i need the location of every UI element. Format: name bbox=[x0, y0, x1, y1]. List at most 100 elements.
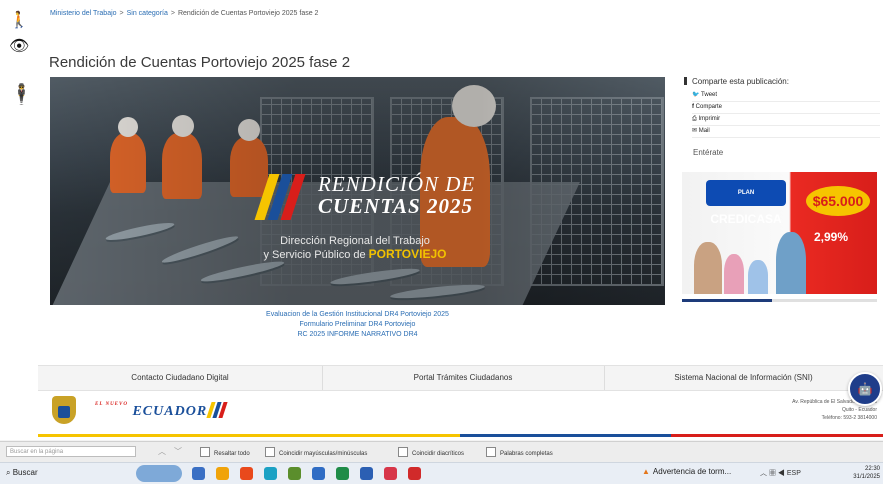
option-label: Coincidir diacríticos bbox=[412, 451, 465, 457]
taskbar-search[interactable]: ⌕ Buscar bbox=[6, 468, 38, 478]
footer-tricolor-bar bbox=[38, 434, 883, 437]
widgets-button[interactable] bbox=[136, 465, 182, 482]
accessibility-person-icon[interactable]: 🕴 bbox=[9, 84, 34, 104]
hero-heading: RENDICIÓN DE CUENTAS 2025 bbox=[318, 173, 475, 217]
volume-icon: ◀ bbox=[777, 470, 787, 477]
ad-carousel-indicator[interactable] bbox=[682, 299, 877, 302]
checkbox-icon bbox=[265, 447, 275, 457]
right-sidebar: Comparte esta publicación: 🐦 Tweet f Com… bbox=[682, 77, 882, 302]
task-view-icon[interactable] bbox=[192, 467, 205, 480]
tweet-label: Tweet bbox=[701, 92, 718, 98]
document-links: Evaluacion de la Gestión Institucional D… bbox=[50, 310, 665, 340]
print-label: Imprimir bbox=[698, 116, 721, 122]
ad-amount: $65.000 bbox=[806, 186, 870, 216]
ecuador-logo[interactable]: EL NUEVO ECUADOR bbox=[95, 402, 228, 420]
option-match-diacritics[interactable]: Coincidir diacríticos bbox=[398, 447, 464, 457]
share-buttons: 🐦 Tweet f Comparte ⎙ Imprimir ✉ Mail bbox=[692, 90, 882, 138]
find-next-icon[interactable]: ﹀ bbox=[174, 446, 182, 457]
file-explorer-icon[interactable] bbox=[216, 467, 229, 480]
ad-carousel-active bbox=[682, 299, 772, 302]
print-button[interactable]: ⎙ Imprimir bbox=[692, 114, 880, 126]
document-link[interactable]: Evaluacion de la Gestión Institucional D… bbox=[50, 310, 665, 320]
address-line2: Quito - Ecuador bbox=[841, 407, 877, 413]
option-label: Coincidir mayúsculas/minúsculas bbox=[279, 451, 368, 457]
ad-rate: 2,99% bbox=[814, 230, 849, 244]
warning-icon: ▲ bbox=[642, 467, 650, 476]
ad-person bbox=[776, 232, 806, 294]
page-content: Ministerio del Trabajo > Sin categoría > Ren… bbox=[38, 0, 883, 440]
share-title-text: Comparte esta publicación: bbox=[692, 77, 789, 86]
hero-sub-highlight: PORTOVIEJO bbox=[368, 247, 447, 261]
eye-icon[interactable]: 👁 bbox=[9, 36, 29, 56]
ad-person bbox=[694, 242, 722, 294]
search-icon: ⌕ bbox=[6, 468, 13, 477]
option-label: Palabras completas bbox=[500, 451, 553, 457]
checkbox-icon bbox=[200, 447, 210, 457]
hero-subheading: Dirección Regional del Trabajo y Servici… bbox=[230, 235, 480, 262]
ad-person bbox=[724, 254, 744, 294]
ad-person bbox=[748, 260, 768, 294]
chat-assistant-button[interactable]: 🤖 bbox=[848, 372, 882, 406]
store-icon[interactable] bbox=[312, 467, 325, 480]
mail-button[interactable]: ✉ Mail bbox=[692, 126, 880, 138]
find-input[interactable]: Buscar en la página bbox=[6, 446, 136, 457]
enterate-heading: Entérate bbox=[693, 148, 724, 157]
hero-image: RENDICIÓN DE CUENTAS 2025 Dirección Regi… bbox=[50, 77, 665, 305]
breadcrumb: Ministerio del Trabajo > Sin categoría > Ren… bbox=[50, 10, 318, 17]
search-label: Buscar bbox=[12, 468, 38, 477]
network-icon: ▦ bbox=[768, 470, 778, 477]
footer: EL NUEVO ECUADOR Av. República de El Sal… bbox=[38, 390, 883, 434]
checkbox-icon bbox=[398, 447, 408, 457]
edge-icon[interactable] bbox=[264, 467, 277, 480]
accessibility-person-icon[interactable]: 🚶 bbox=[9, 10, 29, 30]
address-line3: Teléfono: 593-2 3814000 bbox=[821, 415, 877, 421]
footer-link-contacto[interactable]: Contacto Ciudadano Digital bbox=[38, 366, 323, 390]
option-highlight-all[interactable]: Resaltar todo bbox=[200, 447, 250, 457]
facebook-share-button[interactable]: f Comparte bbox=[692, 102, 880, 114]
system-tray[interactable]: ︿ ▦ ◀ ESP bbox=[760, 468, 801, 478]
document-link[interactable]: RC 2025 INFORME NARRATIVO DR4 bbox=[50, 330, 665, 340]
hero-heading-line1: RENDICIÓN DE bbox=[318, 172, 476, 196]
page-title: Rendición de Cuentas Portoviejo 2025 fas… bbox=[49, 54, 351, 72]
logo-text: ECUADOR bbox=[132, 404, 208, 419]
accessibility-sidebar: 🚶 👁 🕴 bbox=[0, 0, 39, 440]
option-whole-words[interactable]: Palabras completas bbox=[486, 447, 553, 457]
hero-sub-line2: y Servicio Público de bbox=[263, 249, 366, 261]
share-title: Comparte esta publicación: bbox=[684, 77, 882, 86]
word-icon[interactable] bbox=[360, 467, 373, 480]
chevron-up-icon: ︿ bbox=[760, 470, 769, 477]
notification-text: Advertencia de torm... bbox=[652, 467, 732, 476]
footer-link-sni[interactable]: Sistema Nacional de Información (SNI) bbox=[604, 366, 883, 390]
footer-links: Contacto Ciudadano Digital Portal Trámit… bbox=[38, 365, 883, 391]
taskbar-clock[interactable]: 22:30 31/1/2025 bbox=[853, 465, 880, 481]
checkbox-icon bbox=[486, 447, 496, 457]
app-icon[interactable] bbox=[384, 467, 397, 480]
breadcrumb-separator: > bbox=[119, 10, 124, 17]
excel-icon[interactable] bbox=[336, 467, 349, 480]
language-indicator: ESP bbox=[786, 470, 801, 477]
credicasa-logo: PLAN CREDICASA bbox=[706, 180, 786, 226]
breadcrumb-separator: > bbox=[170, 10, 175, 17]
tweet-button[interactable]: 🐦 Tweet bbox=[692, 90, 880, 102]
share-bar-icon bbox=[684, 77, 687, 85]
find-previous-icon[interactable]: ︿ bbox=[158, 446, 166, 457]
chat-bot-icon: 🤖 bbox=[857, 382, 873, 396]
logo-small-text: EL NUEVO bbox=[95, 402, 128, 407]
app-icon[interactable] bbox=[288, 467, 301, 480]
twitter-icon: 🐦 bbox=[692, 92, 702, 98]
taskbar: ⌕ Buscar ▲ Advertencia de torm... ︿ ▦ ◀ E… bbox=[0, 462, 883, 484]
breadcrumb-link-ministerio[interactable]: Ministerio del Trabajo bbox=[50, 10, 117, 17]
credicasa-ad-banner[interactable]: PLAN CREDICASA $65.000 2,99% bbox=[682, 172, 877, 294]
breadcrumb-link-categoria[interactable]: Sin categoría bbox=[127, 10, 168, 17]
weather-notification[interactable]: ▲ Advertencia de torm... bbox=[642, 467, 731, 476]
find-bar: Buscar en la página ︿ ﹀ Resaltar todo Co… bbox=[0, 441, 883, 462]
coat-of-arms-icon bbox=[52, 396, 76, 424]
clock-time: 22:30 bbox=[864, 466, 880, 472]
option-match-case[interactable]: Coincidir mayúsculas/minúsculas bbox=[265, 447, 367, 457]
clock-date: 31/1/2025 bbox=[853, 474, 880, 480]
document-link[interactable]: Formulario Preliminar DR4 Portoviejo bbox=[50, 320, 665, 330]
footer-link-tramites[interactable]: Portal Trámites Ciudadanos bbox=[322, 366, 605, 390]
pdf-icon[interactable] bbox=[408, 467, 421, 480]
ad-brand-top: PLAN bbox=[737, 190, 755, 196]
browser-icon[interactable] bbox=[240, 467, 253, 480]
